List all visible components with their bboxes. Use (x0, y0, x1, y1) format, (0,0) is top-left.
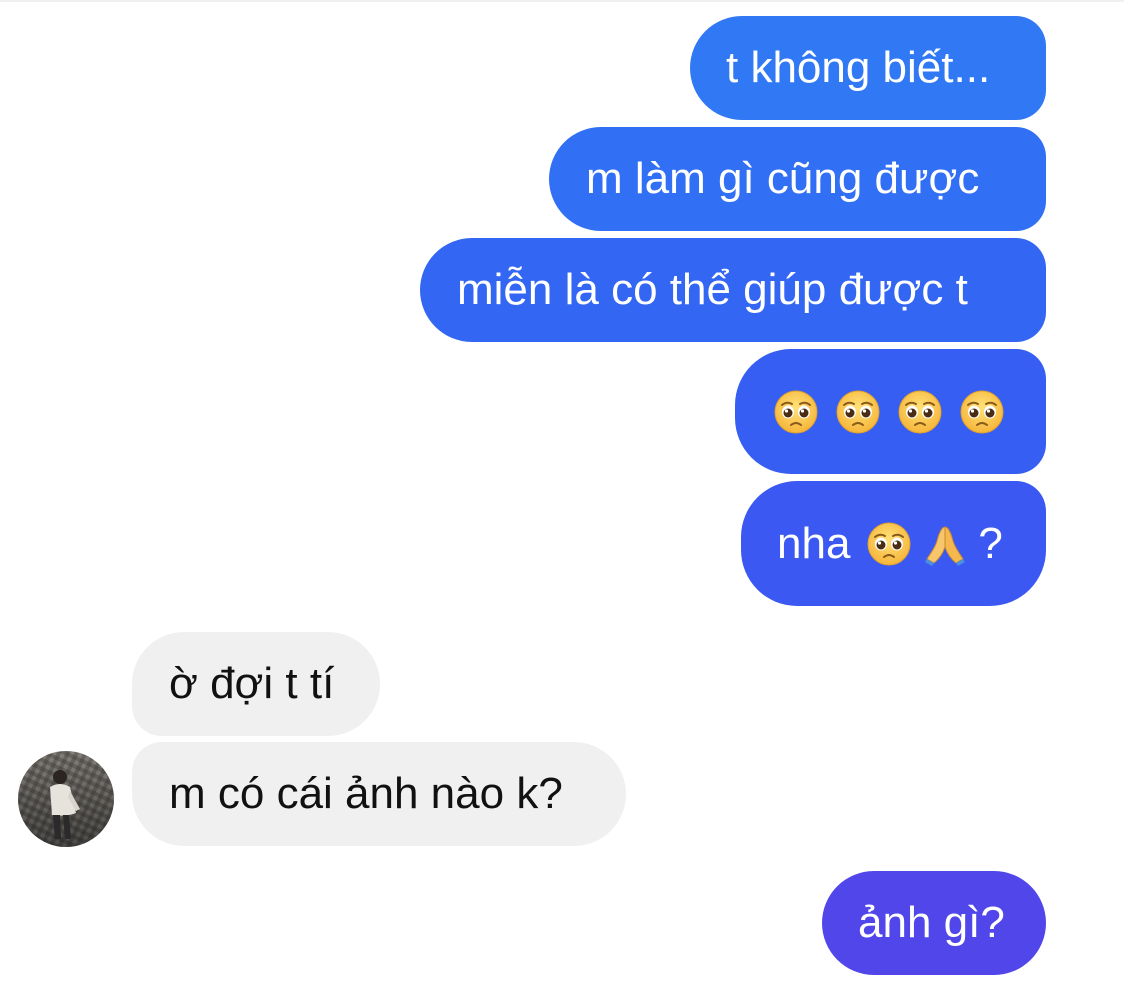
outgoing-message[interactable]: t không biết... (690, 16, 1046, 120)
outgoing-emoji-message[interactable] (735, 349, 1046, 474)
chat-thread: t không biết... m làm gì cũng được miễn … (0, 0, 1124, 987)
message-text: miễn là có thể giúp được t (457, 265, 968, 314)
incoming-message[interactable]: m có cái ảnh nào k? (132, 742, 626, 846)
message-text: ảnh gì? (858, 898, 1005, 947)
message-suffix: ? (978, 518, 1003, 568)
header-divider (0, 0, 1124, 2)
message-text: nha (777, 518, 851, 568)
message-text: m có cái ảnh nào k? (169, 769, 563, 818)
pleading-face-icon (773, 389, 819, 435)
pleading-face-icon (959, 389, 1005, 435)
pleading-face-icon (866, 521, 912, 567)
outgoing-message[interactable]: ảnh gì? (822, 871, 1046, 975)
pleading-face-icon (835, 389, 881, 435)
folded-hands-icon (922, 521, 968, 567)
emoji-row (773, 389, 1005, 435)
incoming-message[interactable]: ờ đợi t tí (132, 632, 380, 736)
pleading-face-icon (897, 389, 943, 435)
outgoing-message[interactable]: m làm gì cũng được (549, 127, 1046, 231)
message-text: ờ đợi t tí (169, 659, 335, 708)
message-text: t không biết... (726, 43, 991, 92)
avatar-image (18, 751, 114, 847)
contact-avatar[interactable] (18, 751, 114, 847)
message-text: m làm gì cũng được (586, 154, 980, 203)
outgoing-message[interactable]: nha ? (741, 481, 1046, 606)
outgoing-message[interactable]: miễn là có thể giúp được t (420, 238, 1046, 342)
